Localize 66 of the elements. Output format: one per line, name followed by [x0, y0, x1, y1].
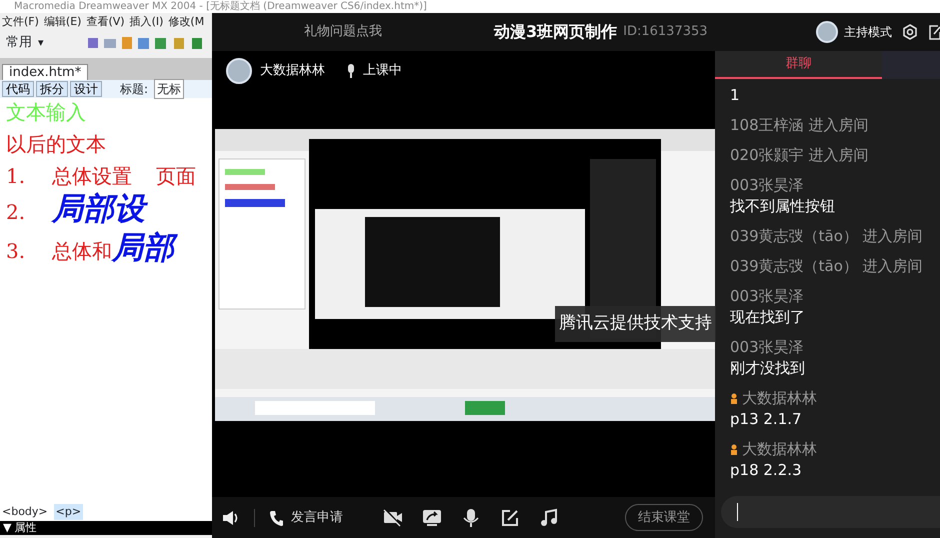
join-notice: 108王梓涵 进入房间	[730, 115, 870, 136]
class-title: 动漫3班网页制作	[494, 21, 618, 43]
menu-item[interactable]: 文件(F)	[2, 14, 39, 31]
list-number: 3.	[6, 241, 26, 261]
phone-icon[interactable]	[269, 510, 283, 526]
camera-off-icon[interactable]	[383, 508, 403, 528]
insert-bar-dropdown[interactable]: 常用	[6, 33, 32, 53]
gift-link[interactable]: 礼物问题点我	[304, 22, 494, 42]
host-mode-label[interactable]: 主持模式	[844, 23, 892, 41]
sender-name: 003张昊泽	[730, 337, 804, 358]
view-button[interactable]: 拆分	[36, 81, 68, 97]
chat-message: p18 2.2.3	[730, 460, 803, 481]
join-notice: 020张颢宇 进入房间	[730, 145, 870, 166]
chat-message: 1	[730, 85, 741, 106]
speaker-icon[interactable]	[222, 510, 240, 526]
join-notice: 039黄志弢（tāo） 进入房间	[730, 226, 924, 247]
sender-name: 003张昊泽	[730, 175, 804, 196]
avatar	[816, 21, 838, 43]
sender-name: 003张昊泽	[730, 286, 804, 307]
avatar	[226, 58, 252, 84]
settings-icon[interactable]	[902, 24, 918, 40]
host-badge-icon	[730, 392, 738, 404]
music-icon[interactable]	[539, 508, 559, 528]
class-status: 上课中	[363, 62, 402, 80]
end-class-button[interactable]: 结束课堂	[625, 504, 703, 532]
caption-overlay: 腾讯云提供技术支持	[555, 306, 716, 342]
document-text: 文本输入	[6, 102, 86, 122]
tag-selector-item[interactable]: <body>	[0, 504, 50, 520]
menu-item[interactable]: 查看(V)	[86, 14, 125, 31]
document-text: 总体设置	[52, 166, 132, 186]
title-field[interactable]: 无标	[154, 79, 184, 99]
external-window-icon[interactable]	[928, 24, 940, 40]
document-tab[interactable]: index.htm*	[2, 64, 88, 80]
menu-item[interactable]: 插入(I)	[130, 14, 164, 31]
panel-title: 属性	[14, 520, 36, 536]
document-text: 页面	[156, 166, 196, 186]
screen-share-icon[interactable]	[422, 508, 442, 528]
list-number: 1.	[6, 166, 26, 186]
chat-tab[interactable]: 群聊	[715, 51, 882, 79]
menu-item[interactable]: 编辑(E)	[44, 14, 82, 31]
tag-selector-item[interactable]: <p>	[54, 504, 84, 520]
chat-message: 找不到属性按钮	[730, 196, 836, 217]
sender-name: 大数据林林	[742, 388, 817, 409]
view-button[interactable]: 代码	[2, 81, 34, 97]
chat-message: p13 2.1.7	[730, 409, 803, 430]
microphone-icon	[347, 64, 355, 78]
view-button[interactable]: 设计	[70, 81, 102, 97]
document-text: 以后的文本	[6, 134, 106, 154]
join-notice: 039黄志弢（tāo） 进入房间	[730, 256, 924, 277]
caret-icon[interactable]: ▾	[38, 34, 44, 52]
document-text: 总体和	[52, 241, 112, 261]
teacher-name: 大数据林林	[260, 62, 325, 80]
collapse-toggle[interactable]: ▼	[3, 520, 12, 536]
chat-message: 刚才没找到	[730, 358, 806, 379]
window-title: Macromedia Dreamweaver MX 2004 - [无标题文档 (Dreamweaver CS6/index.htm*)]	[0, 0, 940, 13]
title-label: 标题:	[120, 81, 148, 98]
chat-message: 现在找到了	[730, 307, 806, 328]
speak-request-button[interactable]: 发言申请	[291, 508, 343, 528]
message-input[interactable]	[721, 496, 940, 528]
host-badge-icon	[730, 444, 738, 456]
microphone-icon[interactable]	[461, 508, 481, 528]
sender-name: 大数据林林	[742, 439, 817, 460]
menu-item[interactable]: 修改(M	[168, 14, 204, 31]
list-number: 2.	[6, 202, 26, 222]
room-id: ID:16137353	[623, 23, 708, 42]
edit-icon[interactable]	[500, 508, 520, 528]
